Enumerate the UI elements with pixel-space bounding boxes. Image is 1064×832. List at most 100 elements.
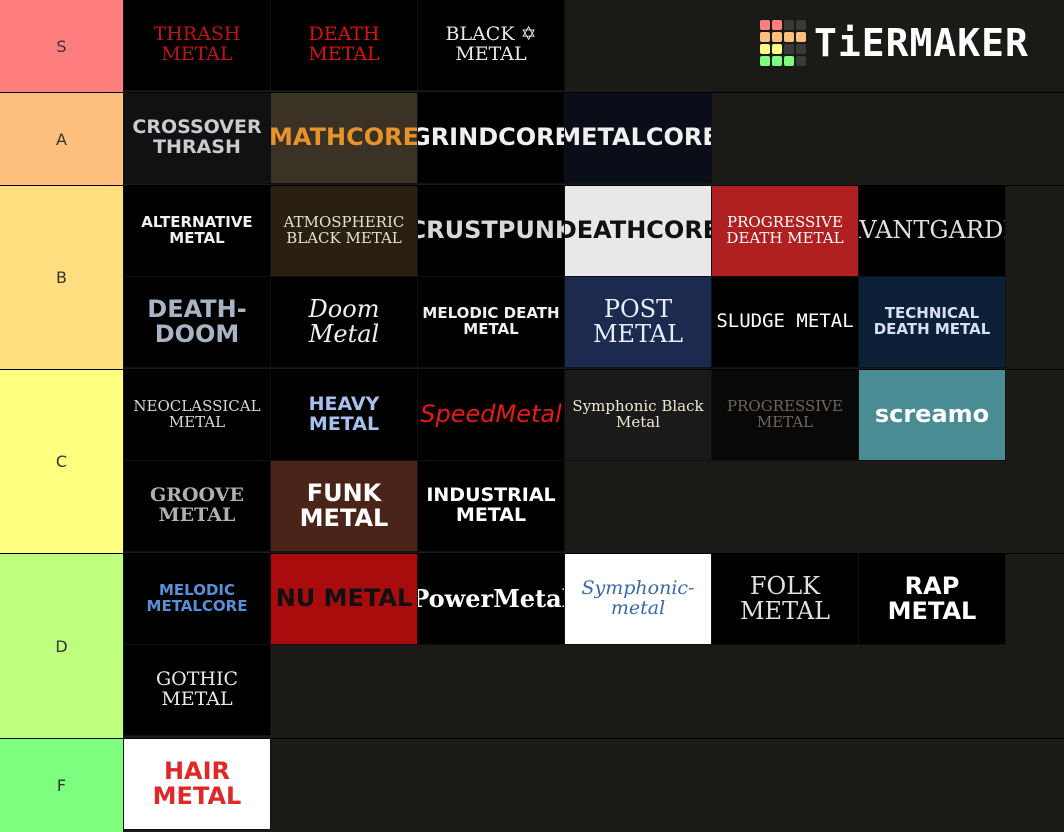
genre-name: MELODIC DEATH METAL xyxy=(422,304,560,338)
genre-tile[interactable]: HAIR METAL xyxy=(124,739,271,830)
genre-name: GOTHIC METAL xyxy=(155,668,239,710)
genre-tile[interactable]: HEAVY METAL xyxy=(271,370,418,461)
tier-row-f: F HAIR METAL xyxy=(0,739,1064,832)
tier-row-d: D MELODIC METALCORE NU METAL PowerMetal Symp… xyxy=(0,554,1064,738)
logo-grid-cell xyxy=(796,20,806,30)
tier-label[interactable]: B xyxy=(0,186,124,369)
genre-name: AVANTGARDE xyxy=(859,216,1005,245)
genre-name: DEATH METAL xyxy=(308,23,380,65)
genre-name: Doom Metal xyxy=(308,294,380,348)
genre-name: FUNK METAL xyxy=(299,478,389,532)
tier-items[interactable]: NEOCLASSICAL METAL HEAVY METAL SpeedMetal S… xyxy=(124,370,1064,553)
genre-tile[interactable]: GRINDCORE xyxy=(418,93,565,184)
genre-tile[interactable]: PROGRESSIVE DEATH METAL xyxy=(712,186,859,277)
genre-name: RAP METAL xyxy=(887,571,977,625)
tier-items[interactable]: ALTERNATIVE METAL ATMOSPHERIC BLACK METAL… xyxy=(124,186,1064,369)
tier-label[interactable]: S xyxy=(0,0,124,92)
genre-name: PROGRESSIVE DEATH METAL xyxy=(726,213,844,247)
genre-name: CRUSTPUNK xyxy=(418,216,565,245)
genre-name: CROSSOVER THRASH xyxy=(132,116,262,158)
tier-items[interactable]: HAIR METAL xyxy=(124,739,1064,832)
genre-name: INDUSTRIAL METAL xyxy=(426,484,556,526)
genre-name: MATHCORE xyxy=(271,123,418,152)
genre-name: FOLK METAL xyxy=(739,571,831,625)
tier-list-board: F HAIR METAL D MELODIC METALCORE NU METAL Pow… xyxy=(0,0,1064,832)
genre-tile[interactable]: THRASH METAL xyxy=(124,0,271,91)
genre-tile[interactable]: NEOCLASSICAL METAL xyxy=(124,370,271,461)
genre-name: HEAVY METAL xyxy=(308,393,380,435)
genre-tile[interactable]: BLACK ✡ METAL xyxy=(418,0,565,91)
genre-name: screamo xyxy=(874,400,990,429)
tier-label[interactable]: D xyxy=(0,554,124,738)
tier-items[interactable]: MELODIC METALCORE NU METAL PowerMetal Symph… xyxy=(124,554,1064,738)
genre-tile[interactable]: RAP METAL xyxy=(859,554,1006,645)
tier-label[interactable]: C xyxy=(0,370,124,553)
genre-name: SpeedMetal xyxy=(420,400,562,429)
logo-grid-cell xyxy=(760,32,770,42)
genre-tile[interactable]: MELODIC DEATH METAL xyxy=(418,277,565,368)
genre-tile[interactable]: ALTERNATIVE METAL xyxy=(124,186,271,277)
logo-grid-cell xyxy=(796,44,806,54)
tiermaker-logo: TiERMAKER xyxy=(760,20,1029,66)
genre-tile[interactable]: DEATHCORE xyxy=(565,186,712,277)
tier-items[interactable]: CROSSOVER THRASH MATHCORE GRINDCORE METALCO… xyxy=(124,93,1064,185)
logo-grid-cell xyxy=(796,56,806,66)
logo-grid-cell xyxy=(784,20,794,30)
genre-tile[interactable]: NU METAL xyxy=(271,554,418,645)
logo-grid-cell xyxy=(796,32,806,42)
genre-tile[interactable]: GOTHIC METAL xyxy=(124,645,271,736)
genre-name: PowerMetal xyxy=(418,584,565,614)
genre-tile[interactable]: PROGRESSIVE METAL xyxy=(712,370,859,461)
genre-tile[interactable]: screamo xyxy=(859,370,1006,461)
logo-grid-cell xyxy=(784,56,794,66)
genre-tile[interactable]: ATMOSPHERIC BLACK METAL xyxy=(271,186,418,277)
genre-tile[interactable]: FUNK METAL xyxy=(271,461,418,552)
genre-name: THRASH METAL xyxy=(153,23,241,65)
genre-name: METALCORE xyxy=(565,123,712,152)
genre-name: GRINDCORE xyxy=(418,123,565,152)
logo-grid-cell xyxy=(772,44,782,54)
genre-name: PROGRESSIVE METAL xyxy=(727,397,843,431)
tiermaker-wordmark: TiERMAKER xyxy=(814,21,1029,65)
genre-tile[interactable]: Doom Metal xyxy=(271,277,418,368)
genre-name: GROOVE METAL xyxy=(149,484,244,526)
genre-tile[interactable]: CROSSOVER THRASH xyxy=(124,93,271,184)
genre-tile[interactable]: POST METAL xyxy=(565,277,712,368)
genre-name: DEATHCORE xyxy=(565,216,712,245)
genre-tile[interactable]: INDUSTRIAL METAL xyxy=(418,461,565,552)
genre-tile[interactable]: AVANTGARDE xyxy=(859,186,1006,277)
genre-name: DEATH-DOOM xyxy=(147,294,247,348)
genre-name: Symphonic-metal xyxy=(581,577,695,619)
genre-name: BLACK ✡ METAL xyxy=(445,23,537,65)
logo-grid-cell xyxy=(760,56,770,66)
genre-tile[interactable]: CRUSTPUNK xyxy=(418,186,565,277)
tier-row-b: B ALTERNATIVE METAL ATMOSPHERIC BLACK META… xyxy=(0,186,1064,369)
logo-grid-cell xyxy=(772,56,782,66)
genre-tile[interactable]: DEATH-DOOM xyxy=(124,277,271,368)
genre-tile[interactable]: Symphonic Black Metal xyxy=(565,370,712,461)
genre-tile[interactable]: SLUDGE METAL xyxy=(712,277,859,368)
genre-name: NEOCLASSICAL METAL xyxy=(133,397,261,431)
tier-label[interactable]: F xyxy=(0,739,124,832)
genre-tile[interactable]: PowerMetal xyxy=(418,554,565,645)
genre-tile[interactable]: FOLK METAL xyxy=(712,554,859,645)
genre-name: POST METAL xyxy=(592,294,684,348)
genre-name: TECHNICAL DEATH METAL xyxy=(873,304,991,338)
genre-name: ATMOSPHERIC BLACK METAL xyxy=(283,213,405,247)
genre-name: Symphonic Black Metal xyxy=(572,397,704,431)
tier-label[interactable]: A xyxy=(0,93,124,185)
tiermaker-grid-icon xyxy=(760,20,806,66)
genre-tile[interactable]: Symphonic-metal xyxy=(565,554,712,645)
genre-tile[interactable]: GROOVE METAL xyxy=(124,461,271,552)
genre-tile[interactable]: METALCORE xyxy=(565,93,712,184)
genre-tile[interactable]: MELODIC METALCORE xyxy=(124,554,271,645)
logo-grid-cell xyxy=(760,44,770,54)
genre-name: NU METAL xyxy=(275,584,413,613)
genre-tile[interactable]: TECHNICAL DEATH METAL xyxy=(859,277,1006,368)
tier-row-a: A CROSSOVER THRASH MATHCORE GRINDCORE METALC… xyxy=(0,93,1064,185)
genre-tile[interactable]: SpeedMetal xyxy=(418,370,565,461)
logo-grid-cell xyxy=(784,32,794,42)
genre-tile[interactable]: DEATH METAL xyxy=(271,0,418,91)
tier-row-c: C NEOCLASSICAL METAL HEAVY METAL SpeedMetal… xyxy=(0,370,1064,553)
genre-tile[interactable]: MATHCORE xyxy=(271,93,418,184)
